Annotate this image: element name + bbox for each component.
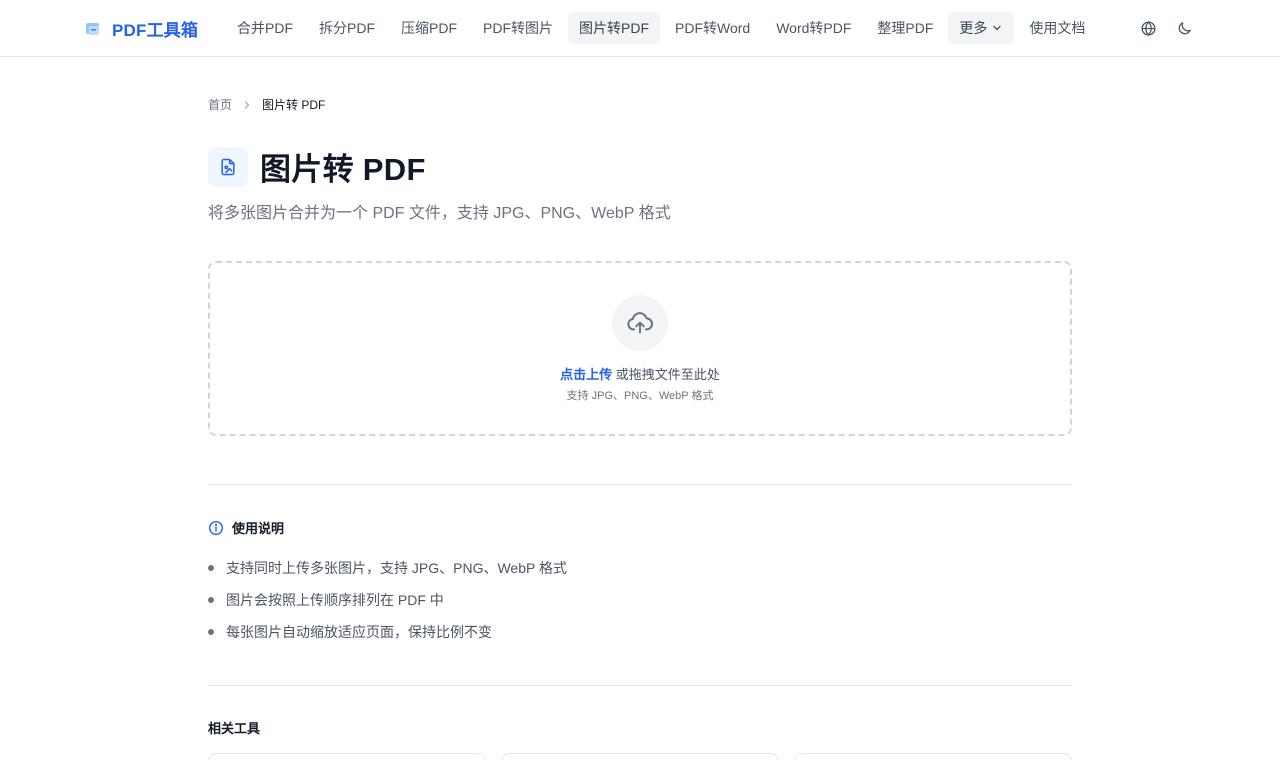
top-header: PDF工具箱 合并PDF 拆分PDF 压缩PDF PDF转图片 图片转PDF P… <box>0 0 1280 57</box>
instructions-list: 支持同时上传多张图片，支持 JPG、PNG、WebP 格式 图片会按照上传顺序排… <box>208 552 567 648</box>
nav-split-pdf[interactable]: 拆分PDF <box>308 12 386 44</box>
moon-icon <box>1178 21 1191 34</box>
brand-name: PDF工具箱 <box>112 21 199 40</box>
info-icon <box>208 520 224 535</box>
page-title: 图片转 PDF <box>260 152 426 187</box>
instructions-header: 使用说明 <box>208 518 284 537</box>
nav-docs[interactable]: 使用文档 <box>1018 12 1096 44</box>
instructions-title: 使用说明 <box>232 521 285 536</box>
chevron-down-icon <box>993 25 1002 31</box>
upload-dropzone[interactable]: 点击上传 或拖拽文件至此处 支持 JPG、PNG、WebP 格式 <box>208 261 1072 436</box>
language-button[interactable] <box>1136 16 1160 40</box>
page-subtitle: 将多张图片合并为一个 PDF 文件，支持 JPG、PNG、WebP 格式 <box>208 205 671 222</box>
related-tools-title: 相关工具 <box>208 721 261 736</box>
upload-instruction: 点击上传 或拖拽文件至此处 <box>210 364 1070 383</box>
nav-more-label: 更多 <box>959 20 988 36</box>
nav-compress-pdf[interactable]: 压缩PDF <box>390 12 468 44</box>
list-item-text: 支持同时上传多张图片，支持 JPG、PNG、WebP 格式 <box>226 560 567 576</box>
list-item: 每张图片自动缩放适应页面，保持比例不变 <box>208 616 567 648</box>
globe-icon <box>1140 20 1156 36</box>
header-actions <box>1136 16 1196 40</box>
section-divider <box>208 685 1072 686</box>
bullet <box>208 565 214 571</box>
upload-drag-text: 或拖拽文件至此处 <box>612 367 720 382</box>
nav-word-to-pdf[interactable]: Word转PDF <box>765 12 862 44</box>
upload-icon-circle <box>612 295 668 351</box>
upload-format-hint: 支持 JPG、PNG、WebP 格式 <box>566 390 714 402</box>
list-item-text: 每张图片自动缩放适应页面，保持比例不变 <box>226 624 492 640</box>
title-row: 图片转 PDF <box>208 144 426 189</box>
upload-click-link[interactable]: 点击上传 <box>560 367 612 382</box>
related-tool-card[interactable] <box>208 753 486 760</box>
nav-organize-pdf[interactable]: 整理PDF <box>866 12 944 44</box>
related-tool-card[interactable] <box>794 753 1072 760</box>
breadcrumb-home[interactable]: 首页 <box>208 96 232 113</box>
list-item: 图片会按照上传顺序排列在 PDF 中 <box>208 584 567 616</box>
bullet <box>208 629 214 635</box>
brand-logo-icon <box>86 22 99 35</box>
list-item: 支持同时上传多张图片，支持 JPG、PNG、WebP 格式 <box>208 552 567 584</box>
list-item-text: 图片会按照上传顺序排列在 PDF 中 <box>226 592 444 608</box>
section-divider <box>208 484 1072 485</box>
nav-more-dropdown[interactable]: 更多 <box>948 12 1015 44</box>
cloud-upload-icon <box>627 312 653 334</box>
related-tool-card[interactable] <box>501 753 779 760</box>
main-nav: 合并PDF 拆分PDF 压缩PDF PDF转图片 图片转PDF PDF转Word… <box>226 12 1096 44</box>
nav-merge-pdf[interactable]: 合并PDF <box>226 12 304 44</box>
chevron-right-icon <box>244 100 250 109</box>
nav-image-to-pdf[interactable]: 图片转PDF <box>568 12 660 44</box>
theme-toggle-button[interactable] <box>1172 16 1196 40</box>
bullet <box>208 597 214 603</box>
file-image-icon <box>221 158 235 175</box>
breadcrumb: 首页 图片转 PDF <box>208 96 325 113</box>
breadcrumb-current: 图片转 PDF <box>262 98 326 112</box>
nav-pdf-to-image[interactable]: PDF转图片 <box>472 12 564 44</box>
title-icon-box <box>208 146 248 187</box>
brand-link[interactable]: PDF工具箱 <box>84 16 198 41</box>
nav-pdf-to-word[interactable]: PDF转Word <box>664 12 761 44</box>
